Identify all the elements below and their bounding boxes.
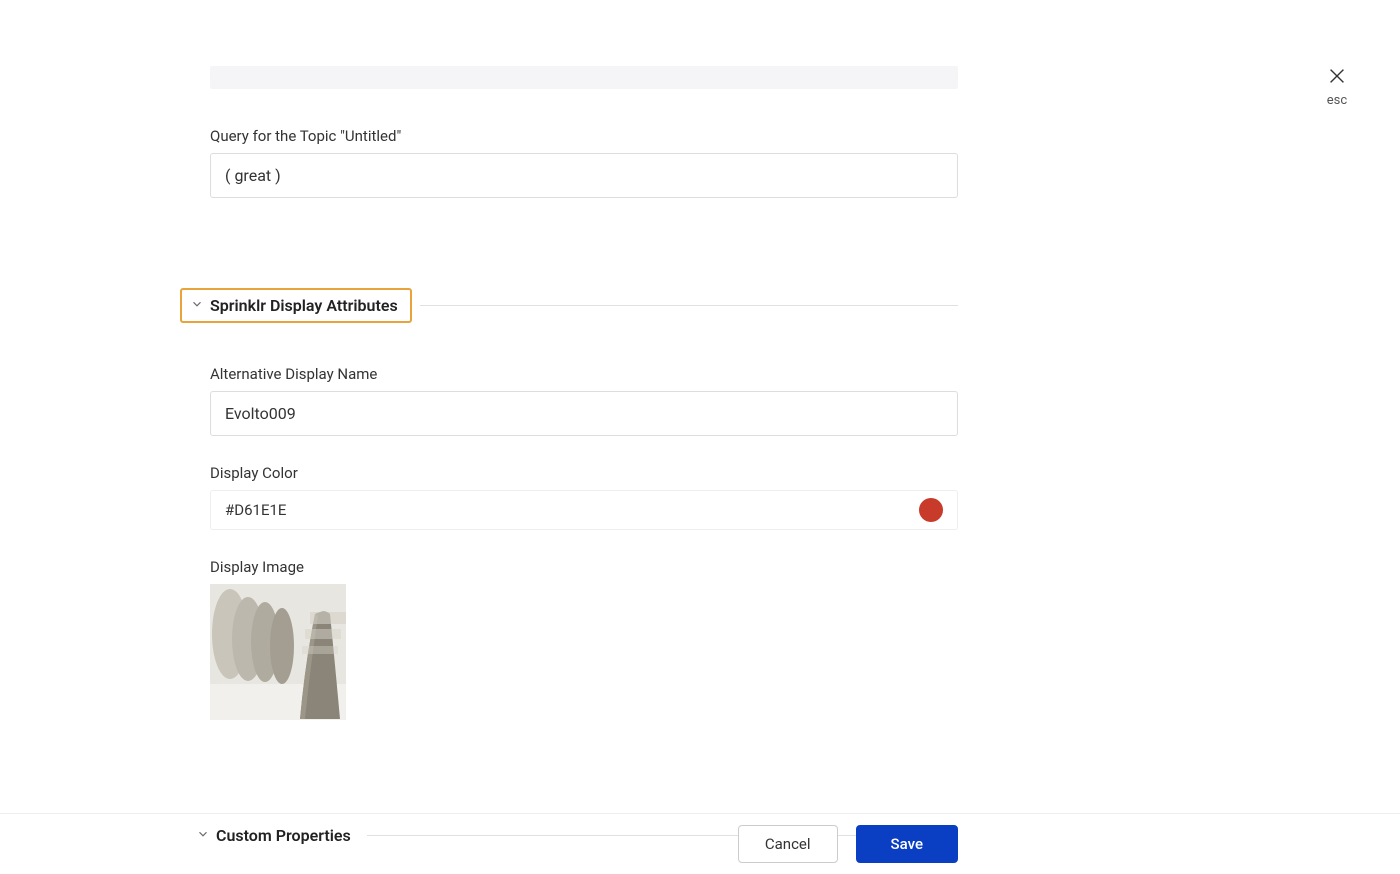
alt-name-field-group: Alternative Display Name <box>210 365 958 436</box>
footer: Cancel Save <box>0 813 1400 874</box>
section-title-display-attributes: Sprinklr Display Attributes <box>210 296 398 315</box>
query-input[interactable] <box>210 153 958 198</box>
placeholder-bar <box>210 66 958 89</box>
display-attributes-body: Alternative Display Name Display Color #… <box>210 365 958 720</box>
section-header-display-attributes[interactable]: Sprinklr Display Attributes <box>180 288 958 323</box>
chevron-down-icon <box>190 296 204 315</box>
query-field-group: Query for the Topic "Untitled" <box>210 127 958 198</box>
display-image-field-group: Display Image <box>210 558 958 720</box>
section-divider <box>420 305 958 306</box>
save-button[interactable]: Save <box>856 825 958 863</box>
close-label: esc <box>1327 93 1347 108</box>
query-label: Query for the Topic "Untitled" <box>210 127 958 145</box>
close-button[interactable]: esc <box>1326 65 1348 108</box>
display-color-value: #D61E1E <box>225 501 286 519</box>
alt-name-label: Alternative Display Name <box>210 365 958 383</box>
cancel-button[interactable]: Cancel <box>738 825 838 863</box>
display-image-label: Display Image <box>210 558 958 576</box>
display-color-label: Display Color <box>210 464 958 482</box>
display-color-field-group: Display Color #D61E1E <box>210 464 958 530</box>
alt-name-input[interactable] <box>210 391 958 436</box>
close-icon <box>1326 65 1348 91</box>
display-color-input[interactable]: #D61E1E <box>210 490 958 530</box>
display-image-thumbnail[interactable] <box>210 584 346 720</box>
form-content: Query for the Topic "Untitled" Sprinklr … <box>210 66 958 851</box>
color-swatch <box>919 498 943 522</box>
